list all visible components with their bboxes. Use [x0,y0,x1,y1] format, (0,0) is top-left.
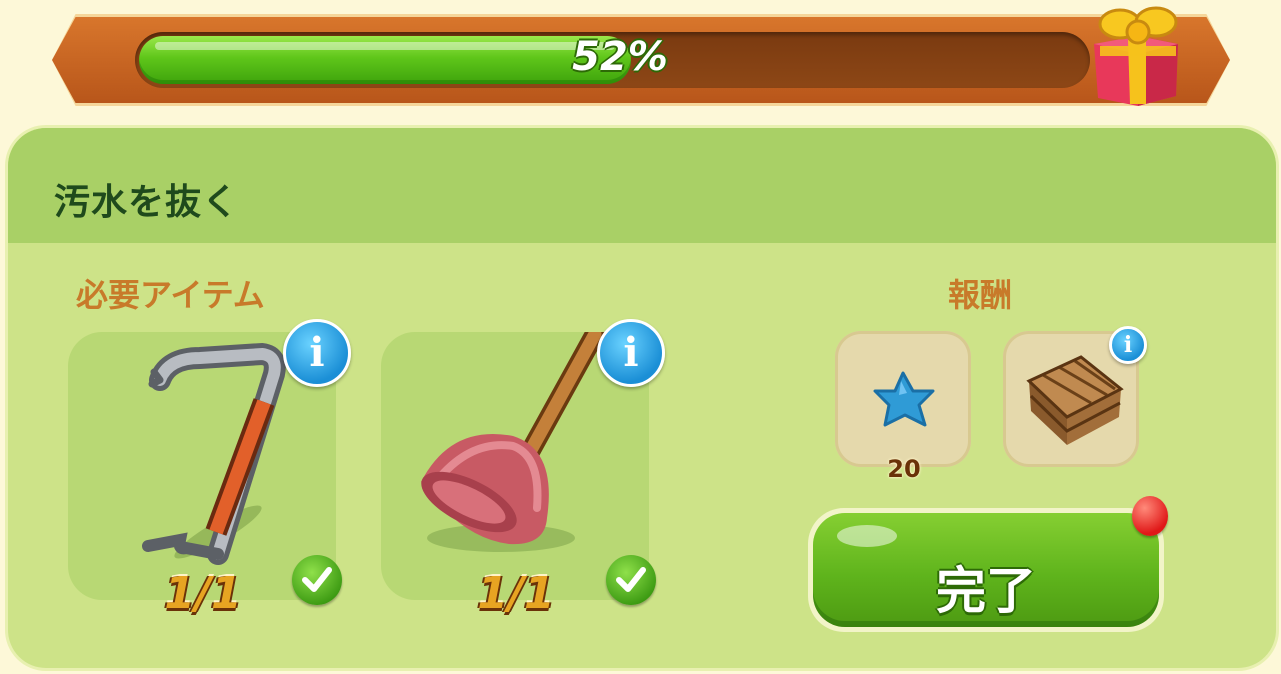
crowbar-info-icon[interactable]: i [283,319,351,387]
required-items-heading: 必要アイテム [76,276,265,314]
blue-star-icon [873,371,935,427]
rewards-heading: 報酬 [948,276,1013,314]
crowbar-count: 1/1 [164,568,242,619]
reward-star-count: 20 [887,455,921,483]
plunger-count: 1/1 [477,568,555,619]
crowbar-check-icon [292,555,342,605]
complete-button[interactable]: 完了 [808,508,1164,632]
complete-button-face: 完了 [813,513,1159,627]
progress-percent-label: 52% [572,34,668,80]
reward-blue-star[interactable] [835,331,971,467]
plunger-info-icon[interactable]: i [597,319,665,387]
plunger-check-icon [606,555,656,605]
crate-info-icon[interactable]: i [1109,326,1147,364]
complete-button-label: 完了 [936,562,1036,620]
quest-title: 汚水を抜く [54,182,240,223]
notification-badge [1132,496,1168,536]
gift-box-icon[interactable] [1080,0,1190,108]
panel-header: 汚水を抜く [8,128,1276,243]
